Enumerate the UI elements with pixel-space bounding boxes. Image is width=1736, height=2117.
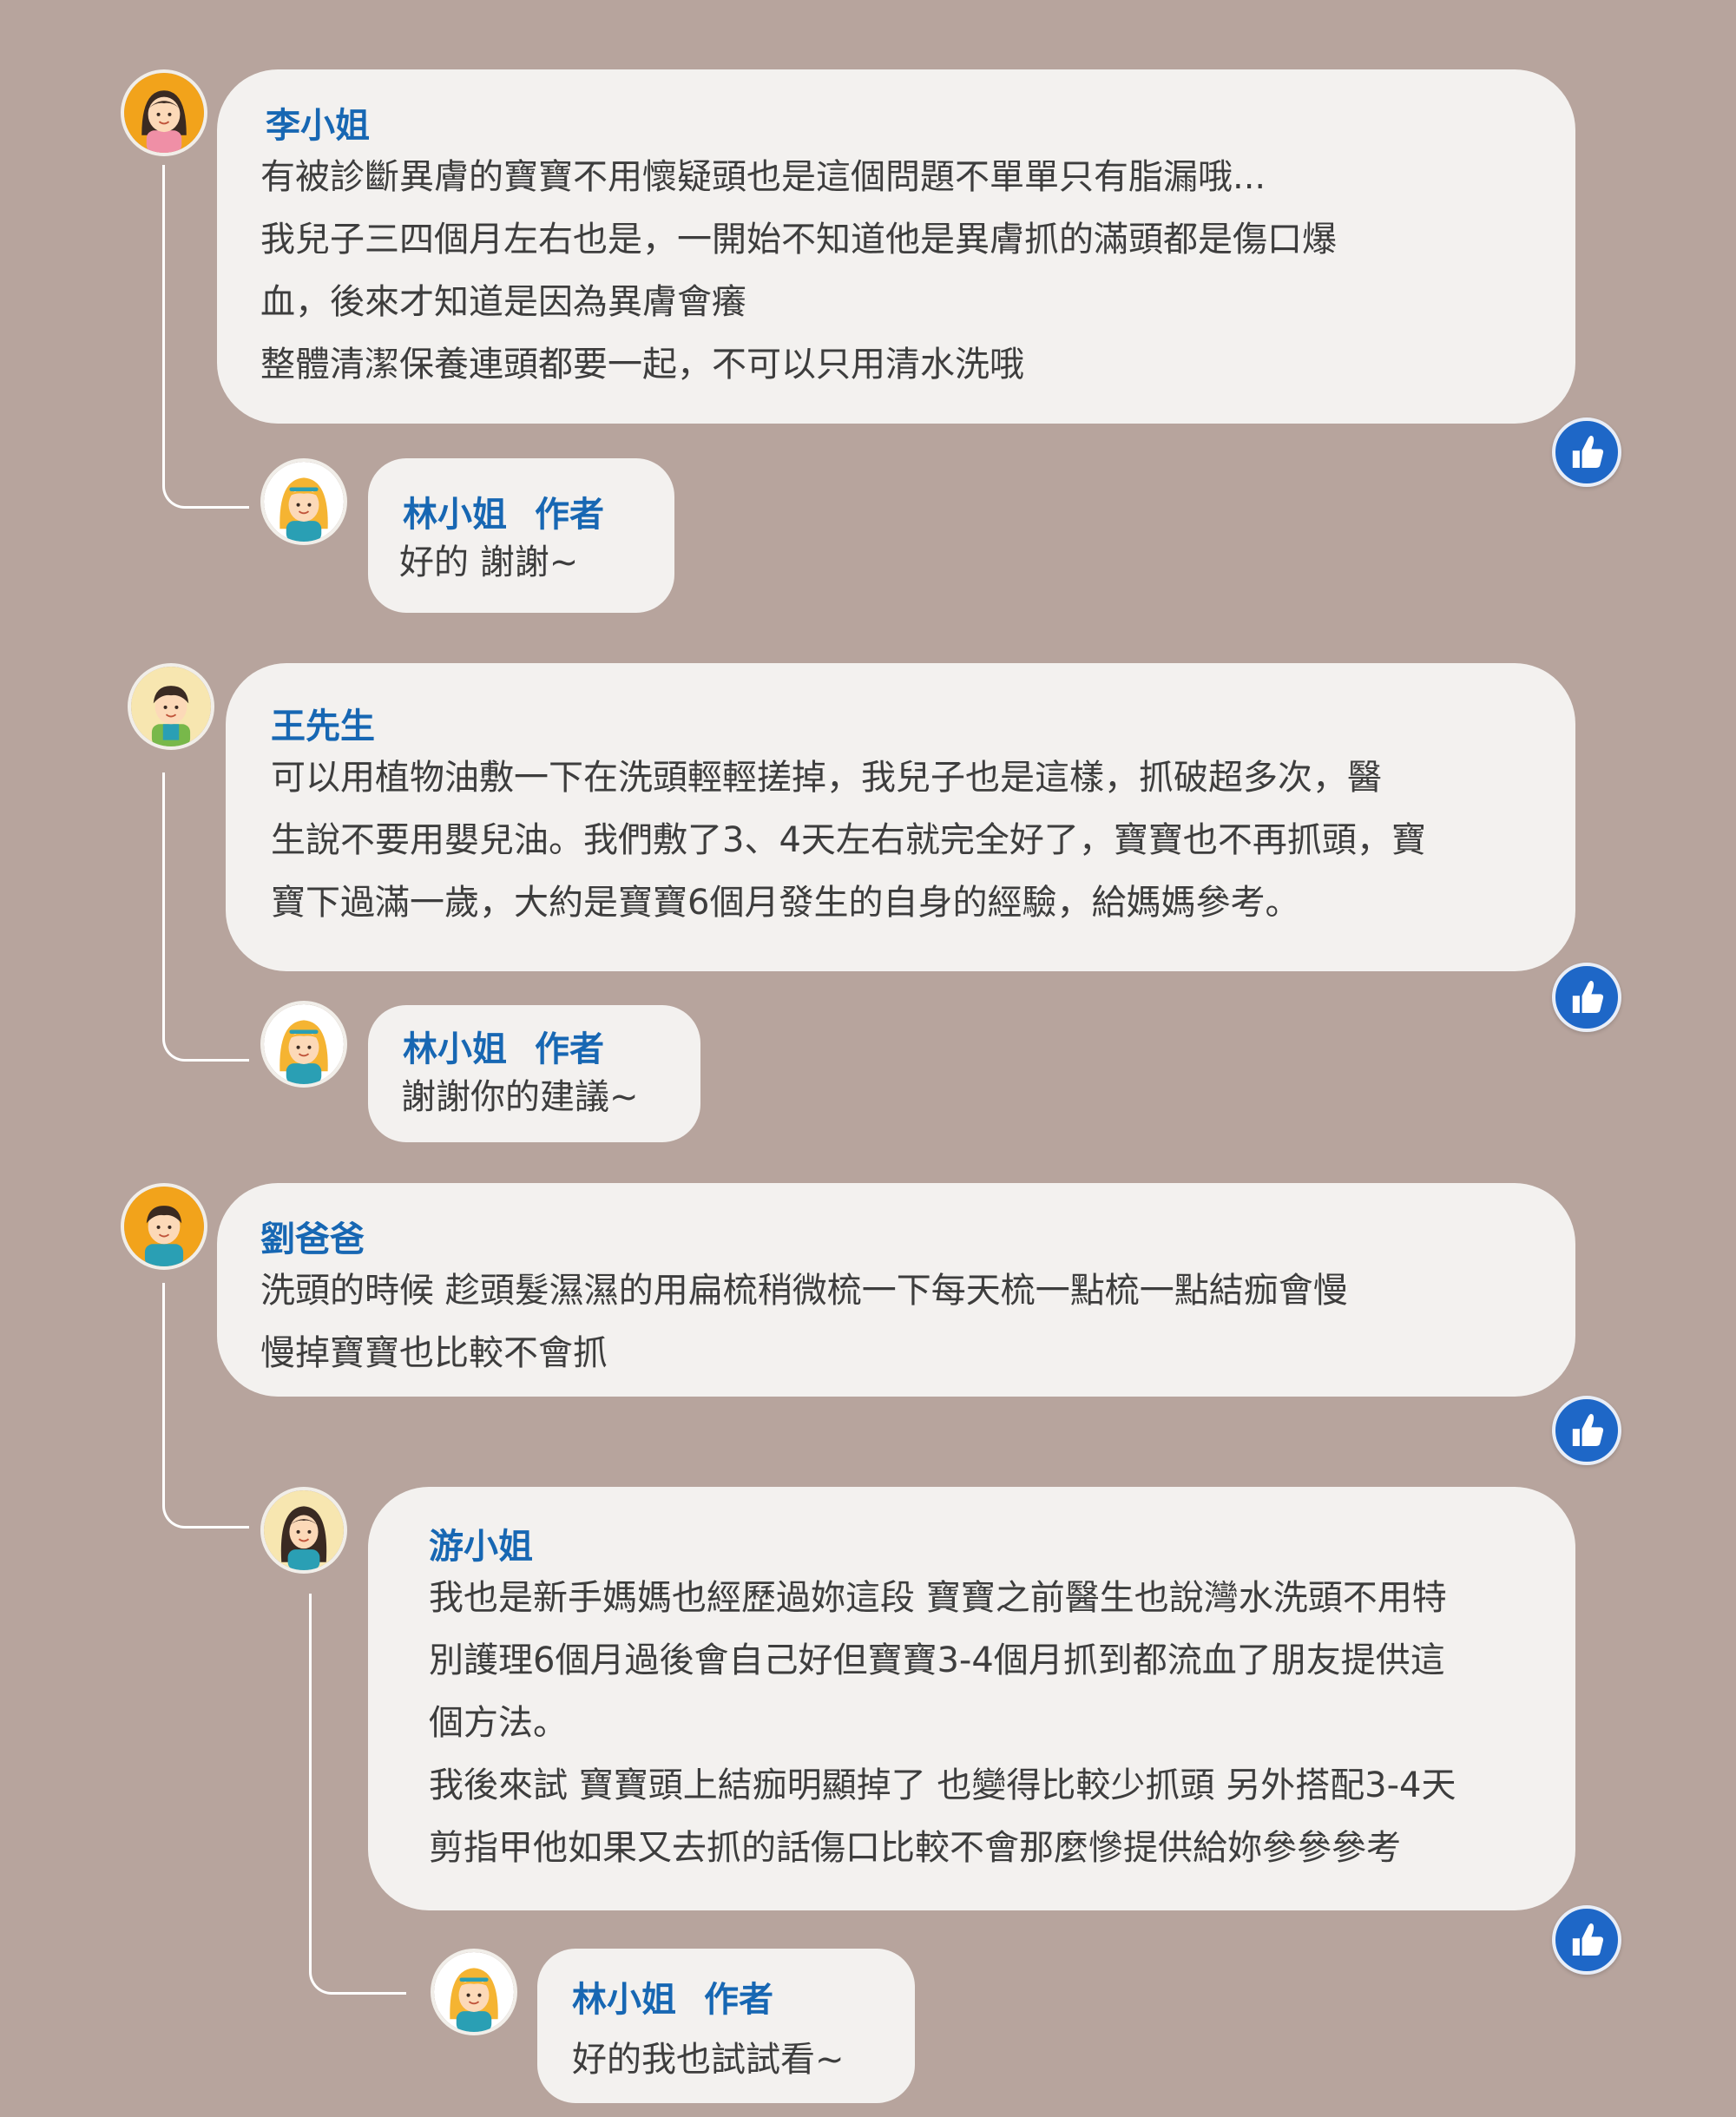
author-badge: 作者 xyxy=(704,1980,773,2020)
like-button[interactable] xyxy=(1552,963,1621,1032)
comment-bubble: 王先生 可以用植物油敷一下在洗頭輕輕搓掉，我兒子也是這樣，抓破超多次，醫 生說不… xyxy=(226,663,1575,971)
thumbs-up-icon xyxy=(1555,421,1618,483)
user-avatar-icon xyxy=(434,1952,514,2032)
reply-author[interactable]: 林小姐 作者 xyxy=(403,486,604,536)
author-badge: 作者 xyxy=(535,1029,604,1069)
reply-author[interactable]: 林小姐 作者 xyxy=(403,1021,604,1071)
comment-line: 我也是新手媽媽也經歷過妳這段 寶寶之前醫生也說灣水洗頭不用特 xyxy=(429,1578,1447,1618)
comment-line: 寶下過滿一歲，大約是寶寶6個月發生的自身的經驗，給媽媽參考。 xyxy=(271,883,1300,923)
comment-line: 我後來試 寶寶頭上結痂明顯掉了 也變得比較少抓頭 另外搭配3-4天 xyxy=(429,1765,1457,1805)
user-avatar-icon xyxy=(124,73,204,153)
comment-text: 可以用植物油敷一下在洗頭輕輕搓掉，我兒子也是這樣，抓破超多次，醫 生說不要用嬰兒… xyxy=(271,746,1426,934)
like-button[interactable] xyxy=(1552,1396,1621,1465)
comment-text: 有被診斷異膚的寶寶不用懷疑頭也是這個問題不單單只有脂漏哦... 我兒子三四個月左… xyxy=(260,146,1337,396)
sub-comment-text: 我也是新手媽媽也經歷過妳這段 寶寶之前醫生也說灣水洗頭不用特 別護理6個月過後會… xyxy=(429,1567,1456,1879)
comment-line: 剪指甲他如果又去抓的話傷口比較不會那麼慘提供給妳參參參考 xyxy=(429,1828,1401,1868)
reply-bubble: 林小姐 作者 謝謝你的建議~ xyxy=(368,1005,700,1142)
avatar[interactable] xyxy=(260,1001,347,1088)
avatar[interactable] xyxy=(260,458,347,545)
user-avatar-icon xyxy=(131,667,211,746)
reply-text: 好的 謝謝~ xyxy=(399,542,579,582)
avatar[interactable] xyxy=(431,1949,517,2035)
like-button[interactable] xyxy=(1552,417,1621,487)
comment-line: 有被診斷異膚的寶寶不用懷疑頭也是這個問題不單單只有脂漏哦... xyxy=(260,157,1266,197)
reply-bubble: 林小姐 作者 好的 謝謝~ xyxy=(368,458,674,613)
reply-author-name: 林小姐 xyxy=(403,1029,507,1069)
avatar[interactable] xyxy=(121,69,207,156)
comment-line: 我兒子三四個月左右也是，一開始不知道他是異膚抓的滿頭都是傷口爆 xyxy=(260,220,1337,260)
comment-bubble: 劉爸爸 洗頭的時候 趁頭髮濕濕的用扁梳稍微梳一下每天梳一點梳一點結痂會慢 慢掉寶… xyxy=(217,1183,1575,1397)
comment-author[interactable]: 李小姐 xyxy=(266,97,370,148)
reply-text: 謝謝你的建議~ xyxy=(401,1077,639,1117)
thumbs-up-icon xyxy=(1555,966,1618,1029)
comment-line: 個方法。 xyxy=(429,1703,568,1743)
reply-author-name: 林小姐 xyxy=(403,495,507,535)
reply-bubble: 林小姐 作者 好的我也試試看~ xyxy=(537,1949,915,2103)
thumbs-up-icon xyxy=(1555,1909,1618,1971)
comment-author[interactable]: 劉爸爸 xyxy=(260,1211,365,1261)
avatar[interactable] xyxy=(128,663,214,750)
reply-text: 好的我也試試看~ xyxy=(572,2040,845,2080)
comment-line: 生說不要用嬰兒油。我們敷了3、4天左右就完全好了，寶寶也不再抓頭，寶 xyxy=(271,820,1426,860)
user-avatar-icon xyxy=(264,462,344,542)
sub-comment-bubble: 游小姐 我也是新手媽媽也經歷過妳這段 寶寶之前醫生也說灣水洗頭不用特 別護理6個… xyxy=(368,1487,1575,1910)
comment-line: 慢掉寶寶也比較不會抓 xyxy=(260,1333,608,1373)
author-badge: 作者 xyxy=(535,495,604,535)
sub-comment-author[interactable]: 游小姐 xyxy=(429,1518,533,1568)
avatar[interactable] xyxy=(121,1183,207,1270)
comment-line: 別護理6個月過後會自己好但寶寶3-4個月抓到都流血了朋友提供這 xyxy=(429,1640,1445,1680)
comment-line: 可以用植物油敷一下在洗頭輕輕搓掉，我兒子也是這樣，抓破超多次，醫 xyxy=(271,758,1382,798)
comment-text: 洗頭的時候 趁頭髮濕濕的用扁梳稍微梳一下每天梳一點梳一點結痂會慢 慢掉寶寶也比較… xyxy=(260,1259,1348,1384)
comment-author[interactable]: 王先生 xyxy=(271,698,375,748)
comment-line: 整體清潔保養連頭都要一起，不可以只用清水洗哦 xyxy=(260,345,1024,385)
user-avatar-icon xyxy=(264,1004,344,1084)
comment-line: 洗頭的時候 趁頭髮濕濕的用扁梳稍微梳一下每天梳一點梳一點結痂會慢 xyxy=(260,1271,1348,1311)
reply-author[interactable]: 林小姐 作者 xyxy=(572,1971,773,2022)
like-button[interactable] xyxy=(1552,1905,1621,1975)
user-avatar-icon xyxy=(124,1187,204,1266)
avatar[interactable] xyxy=(260,1487,347,1574)
comment-bubble: 李小姐 有被診斷異膚的寶寶不用懷疑頭也是這個問題不單單只有脂漏哦... 我兒子三… xyxy=(217,69,1575,424)
reply-author-name: 林小姐 xyxy=(572,1980,676,2020)
user-avatar-icon xyxy=(264,1490,344,1570)
comment-line: 血，後來才知道是因為異膚會癢 xyxy=(260,282,746,322)
thumbs-up-icon xyxy=(1555,1399,1618,1462)
